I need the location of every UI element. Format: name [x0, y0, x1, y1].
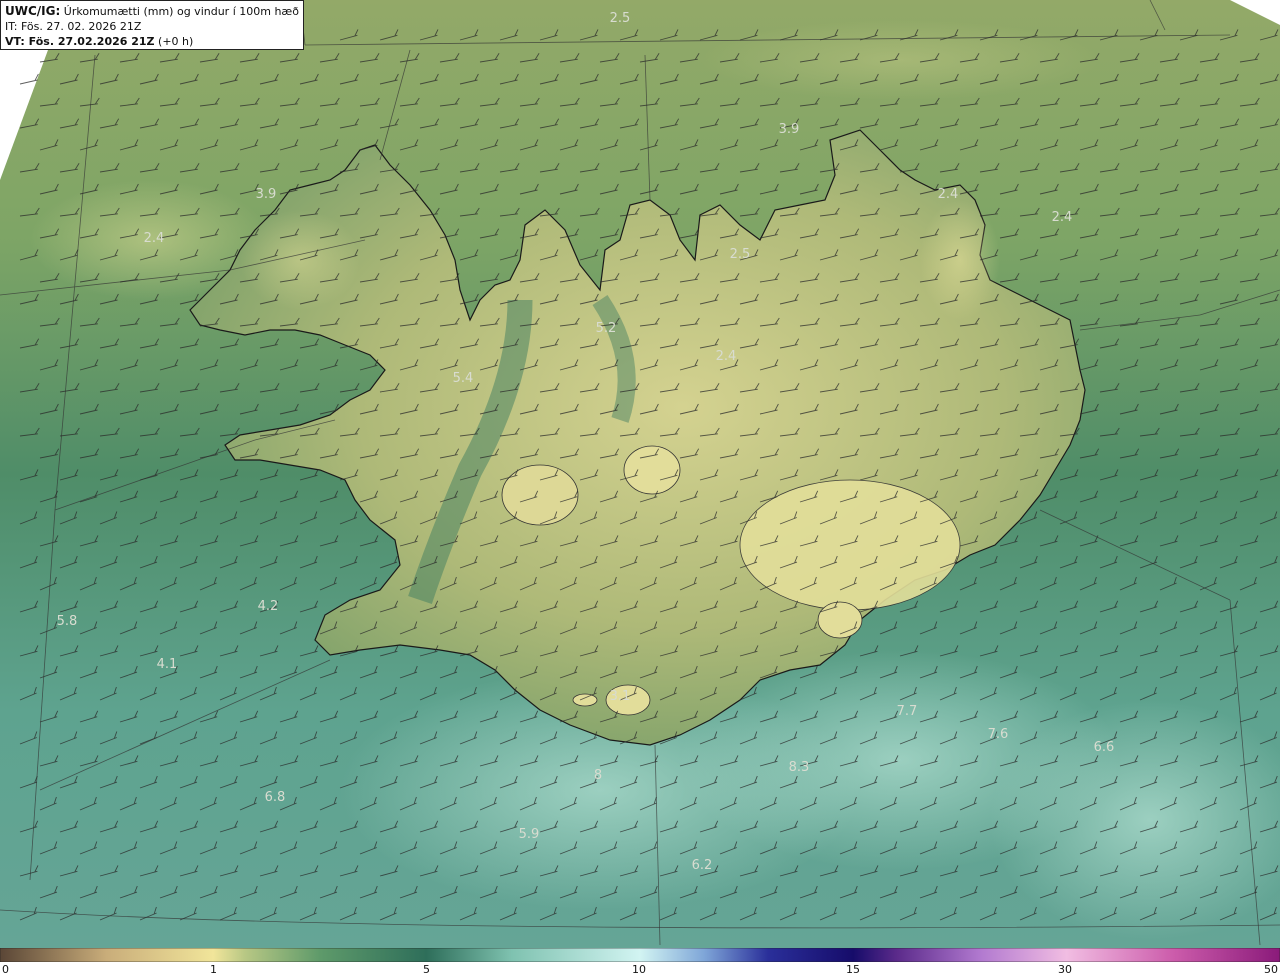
map-title: Úrkomumætti (mm) og vindur í 100m hæð: [63, 5, 299, 18]
title-line: UWC/IG: Úrkomumætti (mm) og vindur í 100…: [5, 4, 299, 19]
value-label: 8: [594, 768, 602, 783]
colorbar-tick: 0: [2, 963, 9, 976]
value-label: 2.5: [610, 11, 631, 26]
value-label: 5.2: [596, 321, 617, 336]
value-label: 8.3: [789, 760, 810, 775]
colorbar-tick: 10: [632, 963, 646, 976]
colorbar-tick: 50: [1264, 963, 1278, 976]
colorbar-tick: 5: [423, 963, 430, 976]
value-label: 7.6: [988, 727, 1009, 742]
init-time-line: IT: Fös. 27. 02. 2026 21Z: [5, 19, 299, 34]
value-label: 2.5: [730, 247, 751, 262]
value-label: 2.4: [144, 231, 165, 246]
colorbar-tick: 30: [1058, 963, 1072, 976]
value-label: 6.8: [265, 790, 286, 805]
value-label: 2.4: [938, 187, 959, 202]
value-label: 6.6: [1094, 740, 1115, 755]
value-label: 3.9: [256, 187, 277, 202]
value-label: 4.2: [258, 599, 279, 614]
value-label: 2.4: [1052, 210, 1073, 225]
value-label: 6.2: [692, 858, 713, 873]
value-label: 2.4: [716, 349, 737, 364]
colorbar-labels: 0 1 5 10 15 30 50: [0, 962, 1280, 978]
colorbar-tick: 1: [210, 963, 217, 976]
model-label: UWC/IG:: [5, 4, 61, 18]
it-label: IT:: [5, 20, 18, 33]
value-label: 5.8: [57, 614, 78, 629]
glacier-langjokull: [501, 464, 579, 526]
glacier-hofsjokull: [623, 445, 681, 495]
vt-suffix: (+0 h): [158, 35, 194, 48]
value-label: 4.1: [157, 657, 178, 672]
value-label: 3.9: [779, 122, 800, 137]
valid-time-line: VT: Fös. 27.02.2026 21Z (+0 h): [5, 34, 299, 49]
colorbar-tick: 15: [846, 963, 860, 976]
value-label: 5.9: [519, 827, 540, 842]
value-label: 7.7: [897, 704, 918, 719]
value-label: 3.1: [610, 689, 631, 704]
wind-barb: [19, 73, 39, 85]
value-label: 5.4: [453, 371, 474, 386]
map-title-box: UWC/IG: Úrkomumætti (mm) og vindur í 100…: [0, 0, 304, 50]
vt-label: VT: Fös. 27.02.2026 21Z: [5, 35, 155, 48]
colorbar: [0, 948, 1280, 962]
precipitation-map: 2.5 3.9 3.9 2.4 2.4 2.5 2.4 5.2 2.4 5.4 …: [0, 0, 1280, 948]
it-value: Fös. 27. 02. 2026 21Z: [20, 20, 142, 33]
